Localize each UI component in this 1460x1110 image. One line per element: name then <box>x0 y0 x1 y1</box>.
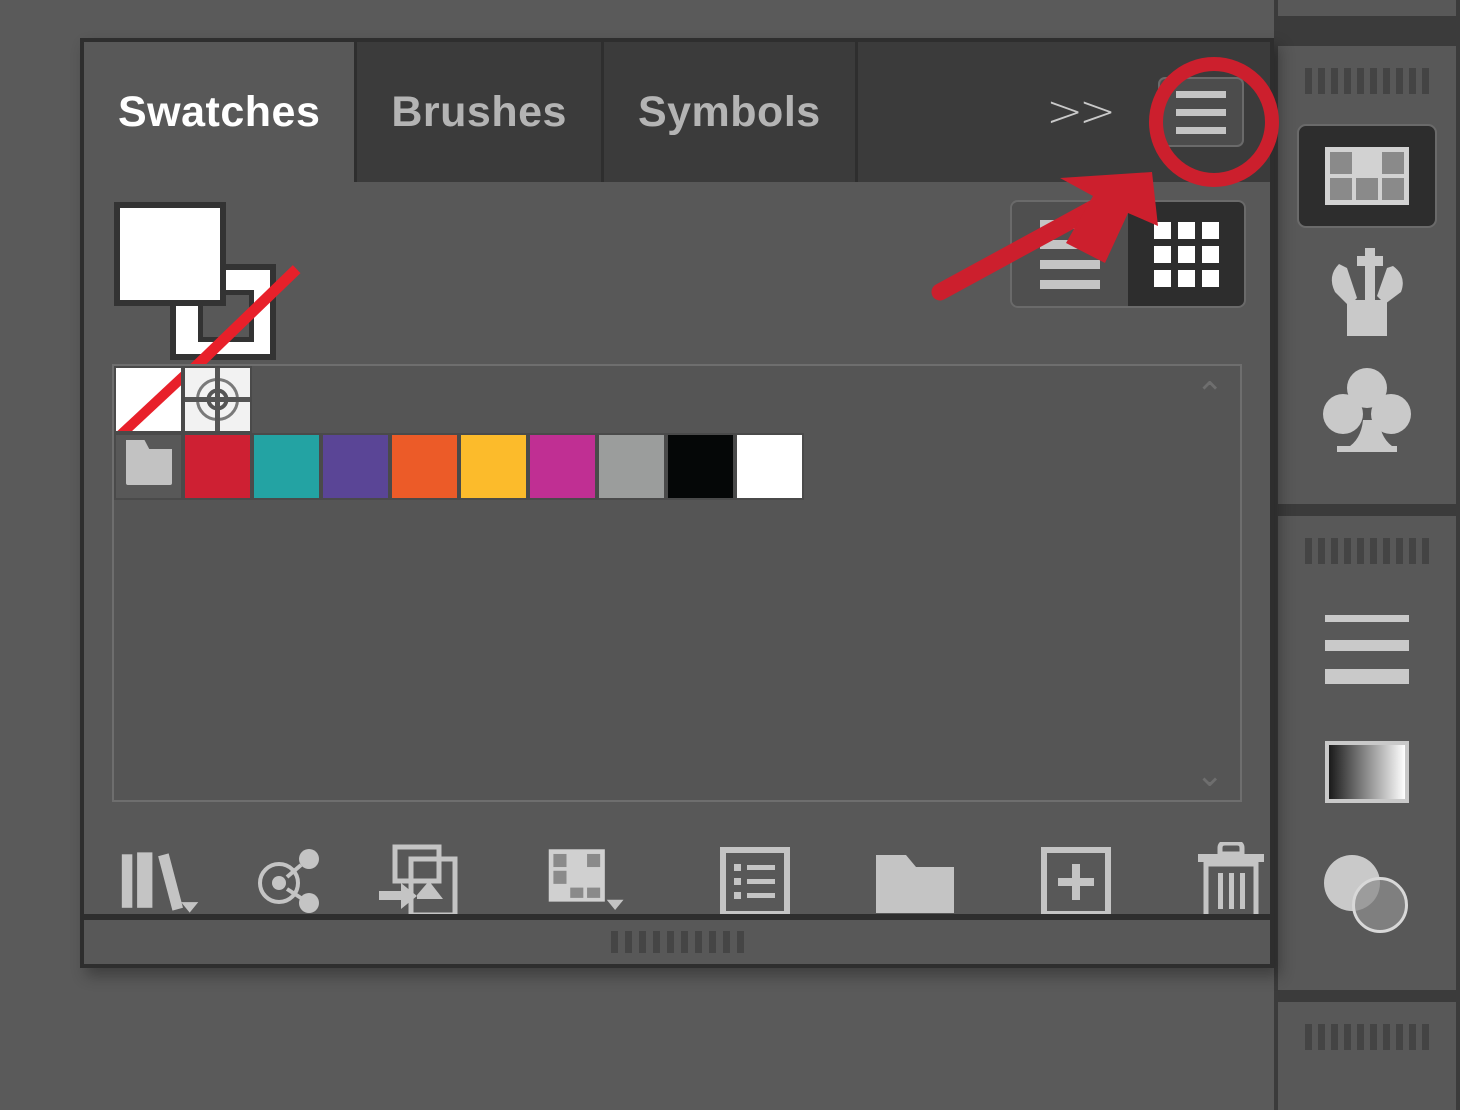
grid-view-button[interactable] <box>1128 202 1244 306</box>
swatch-libraries-icon <box>121 852 199 913</box>
rail-group-1 <box>1278 46 1456 504</box>
rail-item-appearance[interactable] <box>1297 1080 1437 1110</box>
color-group-folder-icon <box>125 448 172 485</box>
panel-menu-button[interactable] <box>1158 77 1244 147</box>
swatch-red[interactable] <box>183 433 252 500</box>
list-view-icon <box>1040 219 1100 289</box>
view-toggle-group <box>1010 200 1246 308</box>
overflow-chevrons-icon[interactable]: >> <box>1046 90 1116 134</box>
transparency-panel-icon <box>1324 855 1410 935</box>
none-slash-icon <box>116 368 181 431</box>
new-swatch-button[interactable] <box>1036 839 1115 925</box>
add-to-library-icon <box>379 844 458 918</box>
swatch-libraries-button[interactable] <box>118 839 204 925</box>
right-dock-rail <box>1274 0 1460 1110</box>
grid-view-icon <box>1153 221 1219 287</box>
fill-stroke-proxy <box>114 202 301 374</box>
symbols-panel-icon <box>1323 368 1411 452</box>
swatch-row-special <box>114 366 1240 433</box>
hamburger-menu-icon-line <box>1176 90 1226 98</box>
swatch-teal[interactable] <box>252 433 321 500</box>
tab-symbols-label: Symbols <box>637 87 821 136</box>
swatch-registration[interactable] <box>183 366 252 433</box>
swatch-gray[interactable] <box>597 433 666 500</box>
swatch-color-group-folder[interactable] <box>114 433 183 500</box>
new-color-group-button[interactable] <box>872 839 958 925</box>
brushes-panel-icon <box>1331 248 1403 336</box>
swatch-none[interactable] <box>114 366 183 433</box>
rail-group-1-drag-handle[interactable] <box>1305 68 1429 94</box>
swatch-list[interactable]: ⌃ ⌄ <box>112 364 1242 802</box>
rail-group-3-drag-handle[interactable] <box>1305 1024 1429 1050</box>
panel-tab-strip: Swatches Brushes Symbols >> <box>84 42 1270 182</box>
swatch-black[interactable] <box>666 433 735 500</box>
hamburger-menu-icon-line <box>1176 126 1226 134</box>
list-view-button[interactable] <box>1012 202 1128 306</box>
new-color-group-icon <box>876 855 954 913</box>
swatch-kinds-button[interactable] <box>545 839 631 925</box>
scroll-down-icon[interactable]: ⌄ <box>1196 758 1225 792</box>
tab-brushes-label: Brushes <box>391 87 567 136</box>
swatch-options-button[interactable] <box>715 839 794 925</box>
rail-item-symbols[interactable] <box>1297 360 1437 464</box>
rail-item-swatches[interactable] <box>1297 124 1437 228</box>
tab-swatches-label: Swatches <box>118 87 321 136</box>
rail-group-3 <box>1278 1002 1456 1110</box>
rail-group-2 <box>1278 516 1456 990</box>
swatch-kinds-icon <box>548 849 624 911</box>
swatch-orange[interactable] <box>390 433 459 500</box>
swatches-panel: Swatches Brushes Symbols >> ⌃ ⌄ <box>80 38 1274 968</box>
color-harmony-button[interactable] <box>250 839 329 925</box>
rail-item-transparency[interactable] <box>1297 840 1437 950</box>
swatch-row-colors <box>114 433 1240 500</box>
rail-item-gradient[interactable] <box>1297 718 1437 826</box>
hamburger-menu-icon-line <box>1176 108 1226 116</box>
stroke-panel-icon <box>1325 614 1409 684</box>
panel-body: ⌃ ⌄ <box>84 182 1270 922</box>
panel-resize-footer[interactable] <box>84 914 1270 964</box>
resize-gripper[interactable] <box>610 931 744 953</box>
tab-symbols[interactable]: Symbols <box>603 42 858 182</box>
swatches-panel-icon <box>1325 147 1409 205</box>
registration-target-icon <box>185 368 250 431</box>
new-swatch-icon <box>1040 847 1111 917</box>
tab-strip-filler: >> <box>857 42 1270 182</box>
add-to-library-button[interactable] <box>375 839 461 925</box>
rail-item-brushes[interactable] <box>1297 242 1437 346</box>
delete-swatch-icon <box>1197 842 1264 922</box>
swatch-white[interactable] <box>735 433 804 500</box>
fill-proxy[interactable] <box>114 202 226 306</box>
gradient-panel-icon <box>1325 741 1409 803</box>
swatch-magenta[interactable] <box>528 433 597 500</box>
tab-brushes[interactable]: Brushes <box>357 42 604 182</box>
color-harmony-icon <box>257 849 319 913</box>
swatch-options-icon <box>719 847 790 917</box>
tab-swatches[interactable]: Swatches <box>84 42 358 182</box>
swatch-purple[interactable] <box>321 433 390 500</box>
delete-swatch-button[interactable] <box>1191 839 1270 925</box>
swatch-yellow[interactable] <box>459 433 528 500</box>
scroll-up-icon[interactable]: ⌃ <box>1196 378 1225 412</box>
screen-root: Swatches Brushes Symbols >> ⌃ ⌄ <box>0 0 1460 1110</box>
rail-group-2-drag-handle[interactable] <box>1305 538 1429 564</box>
rail-partial-top-icon <box>1278 0 1456 16</box>
rail-item-stroke[interactable] <box>1297 594 1437 704</box>
